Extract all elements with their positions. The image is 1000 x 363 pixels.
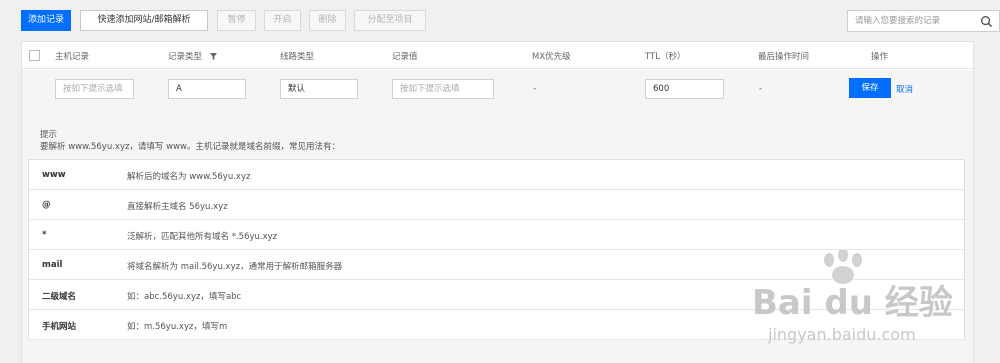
mx-value: -: [533, 84, 537, 94]
delete-button[interactable]: 删除: [309, 10, 346, 31]
tip-row: www 解析后的域名为 www.56yu.xyz: [29, 160, 964, 190]
tip-desc: 泛解析，匹配其他所有域名 *.56yu.xyz: [127, 232, 278, 242]
toolbar: 添加记录 快速添加网站/邮箱解析 暂停 开启 删除 分配至项目: [21, 10, 1000, 32]
ttl-input[interactable]: 600: [645, 79, 724, 99]
paw-logo: [824, 250, 862, 284]
tip-desc: 如：m.56yu.xyz，填写m: [127, 322, 228, 332]
add-record-button[interactable]: 添加记录: [21, 10, 71, 31]
header-ttl: TTL（秒）: [645, 52, 686, 62]
tips-description: 要解析 www.56yu.xyz，请填写 www。主机记录就是域名前缀，常见用法…: [40, 142, 340, 152]
search-box: [847, 10, 1000, 32]
tip-key: 手机网站: [42, 322, 77, 332]
assign-project-button[interactable]: 分配至项目: [354, 10, 426, 31]
tip-desc: 直接解析主域名 56yu.xyz: [127, 202, 228, 212]
last-op-value: -: [759, 84, 763, 94]
header-value: 记录值: [392, 52, 418, 62]
tip-key: *: [42, 230, 47, 240]
quick-add-button[interactable]: 快速添加网站/邮箱解析: [80, 10, 208, 31]
header-host: 主机记录: [55, 52, 90, 62]
tip-key: mail: [42, 260, 63, 270]
enable-button[interactable]: 开启: [264, 10, 301, 31]
search-input[interactable]: [848, 11, 968, 31]
watermark-brand: Bai du 经验: [752, 283, 953, 323]
tip-desc: 如：abc.56yu.xyz，填写abc: [127, 292, 242, 302]
host-input[interactable]: [55, 79, 134, 99]
tip-row: * 泛解析，匹配其他所有域名 *.56yu.xyz: [29, 220, 964, 250]
select-all-checkbox[interactable]: [29, 50, 40, 61]
table-header: 主机记录 记录类型 线路类型 记录值 MX优先级 TTL（秒） 最后操作时间 操…: [22, 42, 973, 69]
line-type-select[interactable]: 默认: [280, 79, 358, 99]
filter-icon[interactable]: [209, 53, 217, 60]
tip-key: @: [42, 200, 51, 210]
record-type-select[interactable]: A: [168, 79, 246, 99]
tip-desc: 将域名解析为 mail.56yu.xyz，通常用于解析邮箱服务器: [127, 262, 343, 272]
tip-desc: 解析后的域名为 www.56yu.xyz: [127, 172, 251, 182]
tips-title: 提示: [40, 130, 58, 140]
search-icon[interactable]: [980, 15, 993, 28]
record-value-input[interactable]: [392, 79, 494, 99]
cancel-link[interactable]: 取消: [896, 83, 913, 95]
tip-row: @ 直接解析主域名 56yu.xyz: [29, 190, 964, 220]
pause-button[interactable]: 暂停: [217, 10, 256, 31]
header-mx: MX优先级: [532, 52, 571, 62]
watermark-url: jingyan.baidu.com: [767, 325, 916, 344]
edit-record-row: A 默认 - 600 - 保存 取消: [22, 70, 973, 114]
baidu-jingyan-watermark: Bai du 经验 jingyan.baidu.com: [752, 250, 953, 344]
tip-key: 二级域名: [42, 292, 77, 302]
header-line: 线路类型: [280, 52, 315, 62]
tip-key: www: [42, 170, 66, 180]
save-button[interactable]: 保存: [849, 78, 891, 98]
header-type: 记录类型: [168, 50, 217, 62]
header-last-op: 最后操作时间: [758, 52, 810, 62]
header-type-label: 记录类型: [168, 52, 203, 62]
header-action: 操作: [871, 52, 889, 62]
